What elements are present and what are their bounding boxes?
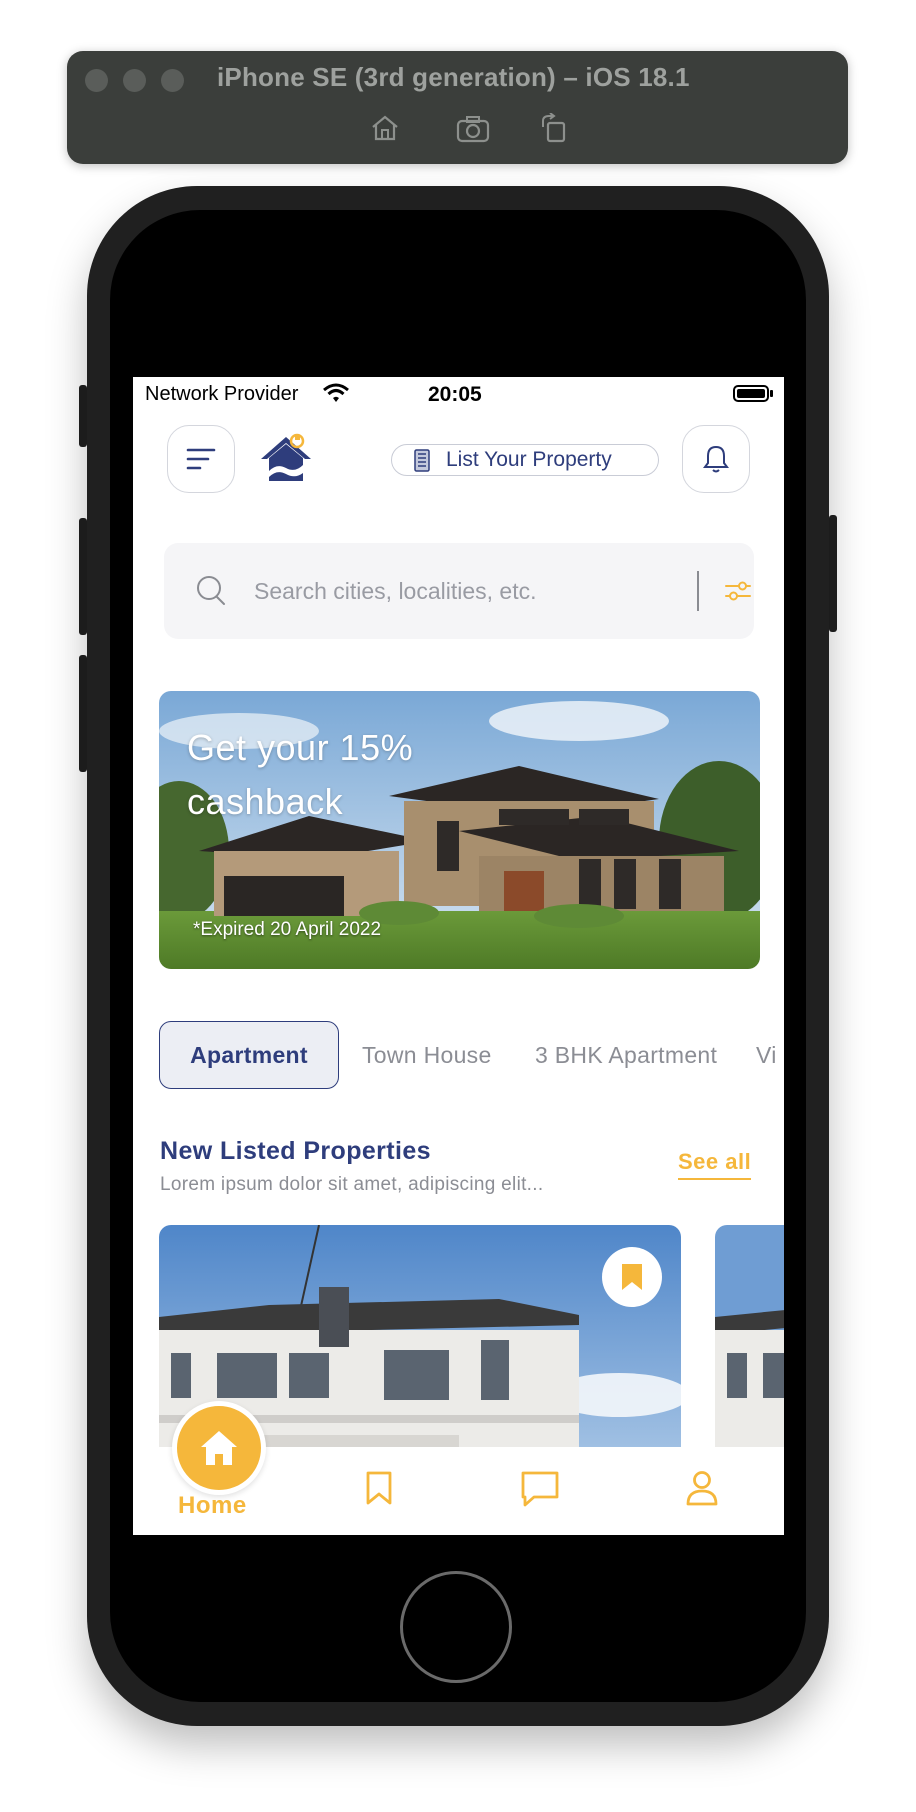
chat-icon[interactable]: [520, 1470, 560, 1508]
notification-button[interactable]: [682, 425, 750, 493]
power-button: [829, 515, 837, 632]
profile-icon[interactable]: [685, 1470, 719, 1506]
building-icon: [414, 449, 430, 472]
search-icon: [197, 576, 225, 605]
list-property-label: List Your Property: [446, 448, 612, 471]
chip-villa[interactable]: Vi: [756, 1021, 777, 1089]
zoom-window-button[interactable]: [161, 69, 184, 92]
chip-3bhk-apartment[interactable]: 3 BHK Apartment: [535, 1021, 717, 1089]
rotate-icon[interactable]: [539, 113, 567, 143]
app-screen: Network Provider 20:05 List Your Propert…: [133, 377, 784, 1535]
volume-down-button: [79, 655, 87, 772]
search-divider: [697, 571, 699, 611]
search-bar[interactable]: [164, 543, 754, 639]
list-property-button[interactable]: List Your Property: [391, 444, 659, 476]
status-bar: Network Provider 20:05: [133, 377, 784, 411]
filter-icon[interactable]: [724, 580, 752, 602]
bookmark-icon[interactable]: [365, 1470, 393, 1506]
battery-cap: [770, 390, 773, 397]
search-input[interactable]: [254, 573, 654, 609]
category-chips: Apartment Town House 3 BHK Apartment Vi: [159, 1021, 784, 1091]
menu-button[interactable]: [167, 425, 235, 493]
tab-home-label: Home: [178, 1492, 247, 1519]
screenshot-icon[interactable]: [456, 115, 490, 143]
physical-home-button[interactable]: [400, 1571, 512, 1683]
volume-up-button: [79, 518, 87, 635]
chip-apartment[interactable]: Apartment: [159, 1021, 339, 1089]
chip-town-house[interactable]: Town House: [362, 1021, 492, 1089]
home-icon: [201, 1431, 237, 1465]
section-title: New Listed Properties: [160, 1137, 431, 1165]
menu-icon: [186, 448, 216, 470]
tab-home[interactable]: [172, 1401, 266, 1495]
minimize-window-button[interactable]: [123, 69, 146, 92]
simulator-title: iPhone SE (3rd generation) – iOS 18.1: [217, 62, 690, 92]
wifi-icon: [323, 383, 349, 402]
home-icon[interactable]: [370, 114, 400, 142]
simulator-title-bar: iPhone SE (3rd generation) – iOS 18.1: [67, 51, 848, 164]
house-logo: [261, 433, 311, 481]
close-window-button[interactable]: [85, 69, 108, 92]
section-subtitle: Lorem ipsum dolor sit amet, adipiscing e…: [160, 1174, 544, 1195]
mute-switch: [79, 385, 87, 447]
see-all-link[interactable]: See all: [678, 1149, 752, 1180]
save-property-button[interactable]: [602, 1247, 662, 1307]
bookmark-filled-icon: [622, 1264, 642, 1290]
banner-expiry-note: *Expired 20 April 2022: [193, 919, 382, 940]
bell-icon: [703, 445, 729, 473]
banner-title: Get your 15% cashback: [187, 727, 414, 822]
promo-banner[interactable]: Get your 15% cashback *Expired 20 April …: [159, 691, 760, 969]
status-time: 20:05: [428, 383, 482, 406]
carrier-name: Network Provider: [145, 383, 299, 405]
battery-icon: [733, 385, 769, 402]
